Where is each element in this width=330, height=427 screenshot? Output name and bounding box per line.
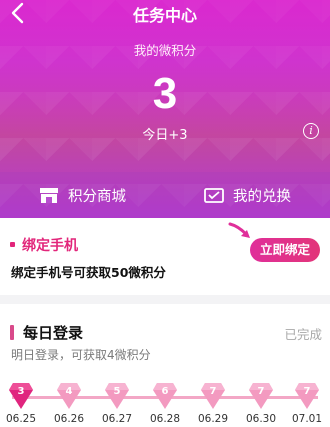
- store-icon: [40, 188, 58, 203]
- day-points: 5: [113, 386, 121, 397]
- bind-now-button[interactable]: 立即绑定: [250, 238, 320, 262]
- day-points: 7: [303, 386, 311, 397]
- day-date: 06.25: [5, 413, 37, 425]
- day-date: 06.28: [149, 413, 181, 425]
- day-date: 06.29: [197, 413, 229, 425]
- points-subtitle: 我的微积分: [133, 43, 197, 58]
- section-divider: [0, 295, 330, 304]
- daily-login-title: 每日登录: [23, 324, 84, 342]
- login-day: 7 06.29: [190, 382, 236, 427]
- day-points: 6: [161, 386, 169, 397]
- day-date: 07.01: [291, 413, 323, 425]
- login-day: 4 06.26: [46, 382, 92, 427]
- bind-bullet: [10, 242, 15, 247]
- login-status: 已完成: [284, 327, 322, 342]
- login-day: 7 07.01: [284, 382, 330, 427]
- day-points: 7: [209, 386, 217, 397]
- my-exchange-label: 我的兑换: [233, 188, 291, 205]
- today-points: 今日+3: [142, 128, 188, 143]
- day-date: 06.30: [245, 413, 277, 425]
- bind-phone-description: 绑定手机号可获取50微积分: [11, 265, 166, 280]
- day-date: 06.27: [101, 413, 133, 425]
- login-day: 6 06.28: [142, 382, 188, 427]
- login-section-marker: [10, 325, 14, 340]
- login-day: 3 06.25: [0, 382, 44, 427]
- action-bar: 积分商城 我的兑换: [0, 172, 330, 218]
- arrow-icon: [228, 222, 250, 238]
- day-points: 7: [257, 386, 265, 397]
- day-points: 4: [65, 386, 73, 397]
- day-points: 3: [17, 386, 25, 397]
- login-day: 5 06.27: [94, 382, 140, 427]
- bind-phone-title: 绑定手机: [22, 238, 78, 254]
- ticket-icon: [204, 188, 224, 203]
- day-date: 06.26: [53, 413, 85, 425]
- info-icon[interactable]: i: [303, 123, 319, 139]
- page-title: 任务中心: [132, 6, 197, 25]
- points-mall-label: 积分商城: [68, 188, 126, 205]
- daily-login-description: 明日登录，可获取4微积分: [11, 348, 151, 362]
- my-exchange-button[interactable]: 我的兑换: [165, 172, 330, 218]
- points-value: 3: [152, 69, 178, 118]
- login-day: 7 06.30: [238, 382, 284, 427]
- points-mall-button[interactable]: 积分商城: [0, 172, 165, 218]
